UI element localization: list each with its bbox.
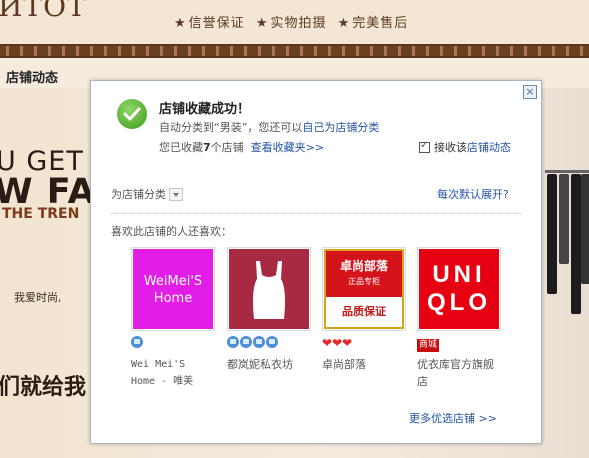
recommended-shop[interactable]: 卓尚部落 正品专柜 品质保证 ❤❤❤ 卓尚部落 <box>322 247 406 373</box>
store-slogan: ★ 信誉保证 ★ 实物拍摄 ★ 完美售后 <box>168 12 408 31</box>
logo-text: 正品专柜 <box>348 277 380 286</box>
logo-text: Home <box>153 291 193 306</box>
slogan-item: 完美售后 <box>352 16 409 31</box>
tank-top-image <box>253 261 285 319</box>
heart-icon: ❤ <box>332 336 343 350</box>
shop-logo[interactable]: WeiMei'S Home <box>131 247 215 331</box>
category-selector[interactable]: 为店铺分类 <box>111 186 183 202</box>
heart-icon: ❤ <box>342 336 353 350</box>
logo-text: QLO <box>427 289 491 316</box>
auto-sort-text: 自动分类到“男装”，您还可以自己为店铺分类 <box>159 119 379 135</box>
favorite-success-dialog: × 店铺收藏成功！ 自动分类到“男装”，您还可以自己为店铺分类 您已收藏7个店铺… <box>90 80 542 444</box>
view-favorites-link[interactable]: 查看收藏夹>> <box>251 141 324 154</box>
crown-icon <box>240 336 252 348</box>
seller-rank-badge: 商城 <box>417 336 501 352</box>
star-icon: ★ <box>174 16 187 31</box>
close-button[interactable]: × <box>523 85 537 99</box>
recommended-shop[interactable]: UNI QLO 商城 优衣库官方旗舰店 <box>417 247 501 390</box>
store-brand: ИTOT <box>0 0 87 23</box>
collected-count: 7 <box>203 141 211 154</box>
slogan-item: 实物拍摄 <box>270 16 327 31</box>
crown-icon <box>266 336 278 348</box>
store-dynamics-link[interactable]: 店铺动态 <box>467 141 511 154</box>
store-dynamics-label[interactable]: 店铺动态 <box>6 67 58 86</box>
logo-text: WeiMei'S <box>143 274 203 289</box>
crown-icon <box>253 336 265 348</box>
lace-divider <box>0 44 589 58</box>
crown-icon <box>131 336 143 348</box>
collected-prefix: 您已收藏 <box>159 141 203 154</box>
subscribe-checkbox[interactable] <box>419 140 430 153</box>
store-header: ИTOT ★ 信誉保证 ★ 实物拍摄 ★ 完美售后 <box>0 0 589 44</box>
shop-name[interactable]: 卓尚部落 <box>322 356 406 373</box>
logo-text: 卓尚部落 <box>339 259 388 273</box>
shop-name[interactable]: Wei Mei'S Home - 唯美 <box>131 356 215 390</box>
more-shops-link[interactable]: 更多优选店铺 >> <box>409 410 497 426</box>
seller-rank-badge <box>131 336 215 350</box>
star-icon: ★ <box>255 16 269 31</box>
recommended-shop[interactable]: WeiMei'S Home Wei Mei'S Home - 唯美 <box>131 247 215 390</box>
shop-logo[interactable]: UNI QLO <box>417 247 501 331</box>
banner-text: THE TREN <box>2 206 80 222</box>
logo-text: UNI <box>432 261 486 288</box>
banner-tagline: 我爱时尚, <box>14 291 62 304</box>
subscribe-label: 接收该 <box>434 141 467 154</box>
chevron-down-icon[interactable] <box>169 188 183 201</box>
slogan-item: 信誉保证 <box>188 16 245 31</box>
shop-logo[interactable] <box>227 247 311 331</box>
dialog-title: 店铺收藏成功！ <box>159 102 251 117</box>
also-like-heading: 喜欢此店铺的人还喜欢： <box>111 225 232 238</box>
clothing-rack-image <box>545 160 589 458</box>
shop-name[interactable]: 都岚妮私衣坊 <box>227 356 311 373</box>
mall-badge: 商城 <box>417 339 440 352</box>
banner-text: 们就给我 <box>0 375 87 400</box>
heart-icon: ❤ <box>322 336 333 350</box>
logo-text: 品质保证 <box>342 305 386 318</box>
crown-icon <box>227 336 239 348</box>
default-expand-link[interactable]: 每次默认展开? <box>437 186 509 202</box>
collected-suffix: 个店铺 <box>210 141 244 154</box>
shop-logo[interactable]: 卓尚部落 正品专柜 品质保证 <box>322 247 406 331</box>
shop-name[interactable]: 优衣库官方旗舰店 <box>417 356 501 390</box>
star-icon: ★ <box>337 16 351 31</box>
custom-category-link[interactable]: 自己为店铺分类 <box>302 121 379 134</box>
divider <box>111 213 521 214</box>
seller-rank-badge: ❤❤❤ <box>322 336 406 350</box>
success-check-icon <box>117 99 147 129</box>
category-label: 为店铺分类 <box>111 188 166 201</box>
auto-sort-prefix: 自动分类到“男装”，您还可以 <box>159 121 303 134</box>
collected-count-text: 您已收藏7个店铺 查看收藏夹>> <box>159 139 324 155</box>
recommended-shop[interactable]: 都岚妮私衣坊 <box>227 247 311 373</box>
seller-rank-badge <box>227 336 311 350</box>
subscribe-option[interactable]: 接收该店铺动态 <box>419 139 511 155</box>
